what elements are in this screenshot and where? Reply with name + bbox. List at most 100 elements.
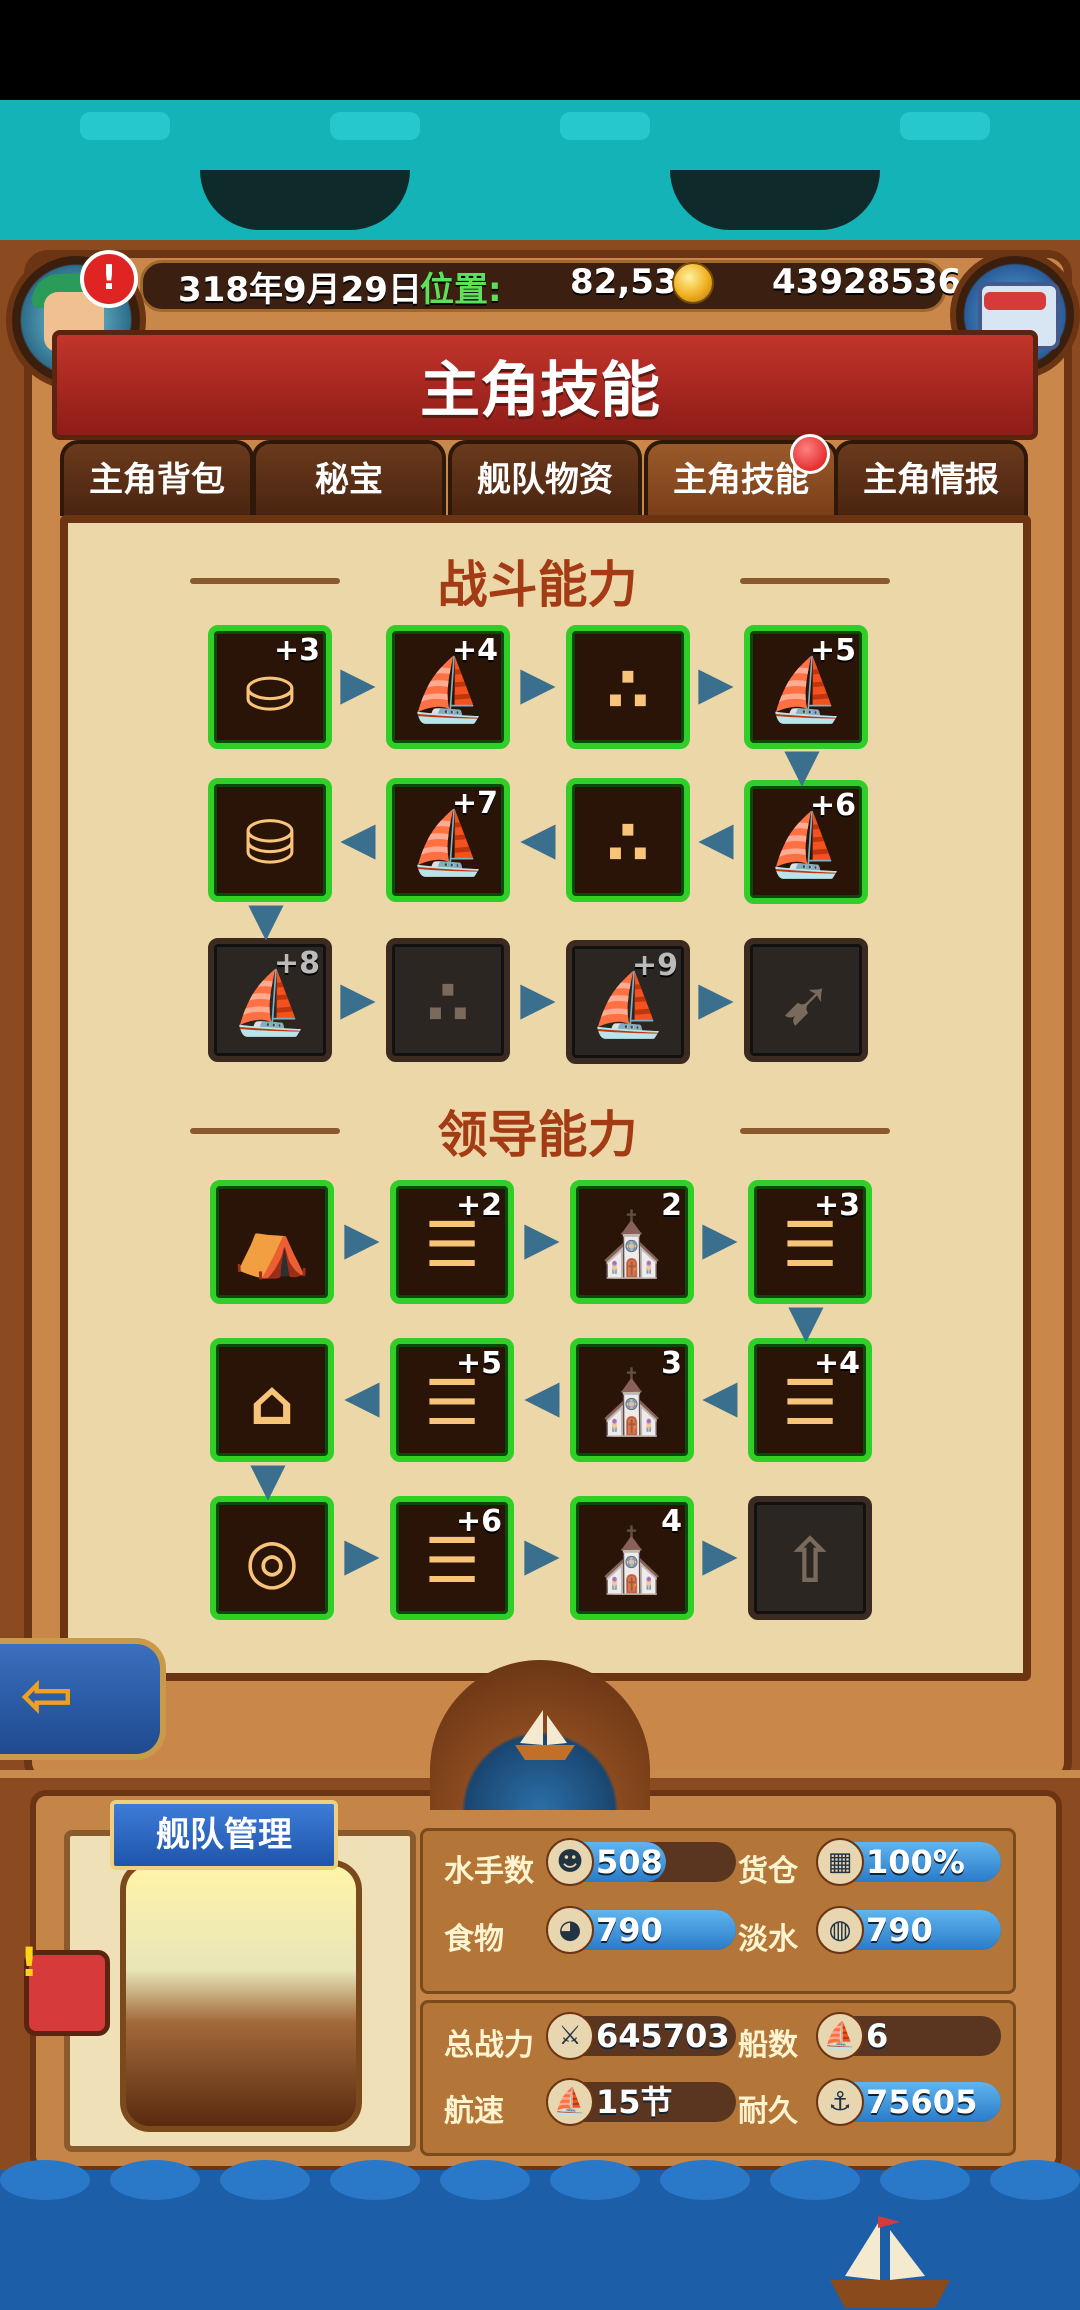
arrow-left-icon: ◀ bbox=[702, 1369, 738, 1423]
repair-ship-icon: ⚓ bbox=[816, 2078, 864, 2126]
leadership-section-title: 领导能力 bbox=[437, 1106, 638, 1164]
tab-fleet-supplies[interactable]: 舰队物资 bbox=[448, 440, 642, 516]
banner-decoration bbox=[900, 112, 990, 140]
market-icon: ⛺ bbox=[233, 1208, 311, 1281]
leadership-skill-node[interactable]: ☰ +6 bbox=[390, 1496, 514, 1620]
position-label: 位置: bbox=[420, 270, 502, 310]
sailor-icon: ☻ bbox=[546, 1838, 594, 1886]
arrow-right-icon: ▶ bbox=[702, 1527, 738, 1581]
formation-icon: ∴ bbox=[606, 653, 650, 726]
wave bbox=[880, 2160, 970, 2200]
wave bbox=[550, 2160, 640, 2200]
sailors-value: 508 bbox=[596, 1843, 663, 1881]
arrow-down-icon: ▼ bbox=[784, 738, 820, 792]
leadership-skill-node[interactable]: ◎ bbox=[210, 1496, 334, 1620]
leadership-skill-node[interactable]: ⌂ bbox=[210, 1338, 334, 1462]
speed-label: 航速 bbox=[444, 2094, 504, 2129]
page-title: 主角技能 bbox=[420, 356, 660, 426]
arrow-right-icon: ▶ bbox=[698, 971, 734, 1025]
power-value: 645703 bbox=[596, 2017, 730, 2055]
combat-skill-node-locked[interactable]: ⛵ +8 bbox=[208, 938, 332, 1062]
water-value: 790 bbox=[866, 1911, 933, 1949]
combat-skill-node[interactable]: ⛵ +6 bbox=[744, 780, 868, 904]
gold-coin-icon bbox=[672, 262, 714, 304]
banner-decoration bbox=[560, 112, 650, 140]
combat-skill-node[interactable]: ⛵ +4 bbox=[386, 625, 510, 749]
arrow-left-icon: ◀ bbox=[520, 811, 556, 865]
arrow-right-icon: ▶ bbox=[344, 1211, 380, 1265]
tab-notification-dot bbox=[790, 434, 830, 474]
arrow-right-icon: ▶ bbox=[524, 1211, 560, 1265]
coin-upgrade-icon: ⇧ bbox=[784, 1524, 836, 1597]
tab-treasure[interactable]: 秘宝 bbox=[252, 440, 446, 516]
arrow-down-icon: ▼ bbox=[788, 1294, 824, 1348]
durability-label: 耐久 bbox=[738, 2094, 798, 2129]
ships-value: 6 bbox=[866, 2017, 889, 2055]
arrow-left-icon: ◀ bbox=[524, 1369, 560, 1423]
wheel-icon: ◎ bbox=[244, 1524, 300, 1597]
formation-icon: ∴ bbox=[606, 806, 650, 879]
combat-skill-node-locked[interactable]: ⛵ +9 bbox=[566, 940, 690, 1064]
combat-skill-node[interactable]: ∴ bbox=[566, 778, 690, 902]
combat-skill-node-locked[interactable]: ∴ bbox=[386, 938, 510, 1062]
durability-value: 75605 bbox=[866, 2083, 978, 2121]
leadership-skill-node[interactable]: ☰ +2 bbox=[390, 1180, 514, 1304]
combat-skill-node-locked[interactable]: ➹ bbox=[744, 938, 868, 1062]
crate-icon: ▦ bbox=[816, 1838, 864, 1886]
arrow-right-icon: ▶ bbox=[520, 971, 556, 1025]
arrow-down-icon: ▼ bbox=[248, 892, 284, 946]
wave bbox=[110, 2160, 200, 2200]
water-label: 淡水 bbox=[738, 1922, 798, 1957]
alert-badge: ! bbox=[80, 250, 138, 308]
durability-bar: ⚓ 75605 bbox=[816, 2078, 1001, 2126]
fleet-ship-image[interactable] bbox=[120, 1860, 362, 2132]
wave bbox=[330, 2160, 420, 2200]
arrow-right-icon: ▶ bbox=[520, 656, 556, 710]
leadership-skill-node[interactable]: ⛺ bbox=[210, 1180, 334, 1304]
speed-bar: ⛵ 15节 bbox=[546, 2078, 736, 2126]
leadership-skill-node[interactable]: ☰ +3 bbox=[748, 1180, 872, 1304]
tab-bag[interactable]: 主角背包 bbox=[60, 440, 254, 516]
leadership-skill-node[interactable]: ☰ +5 bbox=[390, 1338, 514, 1462]
gold-amount: 43928536 bbox=[772, 262, 962, 302]
sailors-label: 水手数 bbox=[444, 1854, 534, 1889]
ships-bar: ⛵ 6 bbox=[816, 2012, 1001, 2060]
top-banner bbox=[0, 100, 1080, 256]
combat-skill-node[interactable]: ⛵ +5 bbox=[744, 625, 868, 749]
back-button[interactable]: ⇦ bbox=[0, 1638, 166, 1760]
banner-eye bbox=[200, 170, 410, 230]
water-bar: ◍ 790 bbox=[816, 1906, 1001, 1954]
meat-icon: ◕ bbox=[546, 1906, 594, 1954]
combat-skill-node[interactable]: ⛵ +7 bbox=[386, 778, 510, 902]
combat-skill-node[interactable]: ∴ bbox=[566, 625, 690, 749]
game-date: 318年9月29日 bbox=[178, 270, 422, 310]
combat-skill-node[interactable]: ⛁ bbox=[208, 778, 332, 902]
water-jug-icon: ◍ bbox=[816, 1906, 864, 1954]
arrow-right-icon: ▶ bbox=[698, 656, 734, 710]
banner-eye bbox=[670, 170, 880, 230]
leadership-skill-node[interactable]: ⛪ 4 bbox=[570, 1496, 694, 1620]
wave bbox=[220, 2160, 310, 2200]
leadership-skill-node[interactable]: ⛪ 2 bbox=[570, 1180, 694, 1304]
boat-icon: ⛵ bbox=[816, 2012, 864, 2060]
cargo-bar: ▦ 100% bbox=[816, 1838, 1001, 1886]
food-value: 790 bbox=[596, 1911, 663, 1949]
combat-skill-node[interactable]: ⛀ +3 bbox=[208, 625, 332, 749]
leadership-skill-node[interactable]: ☰ +4 bbox=[748, 1338, 872, 1462]
sailors-bar: ☻ 508 bbox=[546, 1838, 736, 1886]
cargo-label: 货仓 bbox=[738, 1854, 798, 1889]
leadership-skill-node[interactable]: ⛪ 3 bbox=[570, 1338, 694, 1462]
tab-intel[interactable]: 主角情报 bbox=[834, 440, 1028, 516]
wave bbox=[990, 2160, 1080, 2200]
combat-section-title: 战斗能力 bbox=[437, 556, 638, 614]
banner-decoration bbox=[330, 112, 420, 140]
arrow-right-icon: ▶ bbox=[344, 1527, 380, 1581]
arrow-left-icon: ◀ bbox=[698, 811, 734, 865]
wave bbox=[0, 2160, 90, 2200]
fleet-management-button[interactable]: 舰队管理 bbox=[110, 1800, 338, 1870]
sail-speed-icon: ⛵ bbox=[546, 2078, 594, 2126]
arrow-left-icon: ◀ bbox=[340, 811, 376, 865]
arrow-left-icon: ◀ bbox=[344, 1369, 380, 1423]
wave bbox=[770, 2160, 860, 2200]
leadership-skill-node-locked[interactable]: ⇧ bbox=[748, 1496, 872, 1620]
